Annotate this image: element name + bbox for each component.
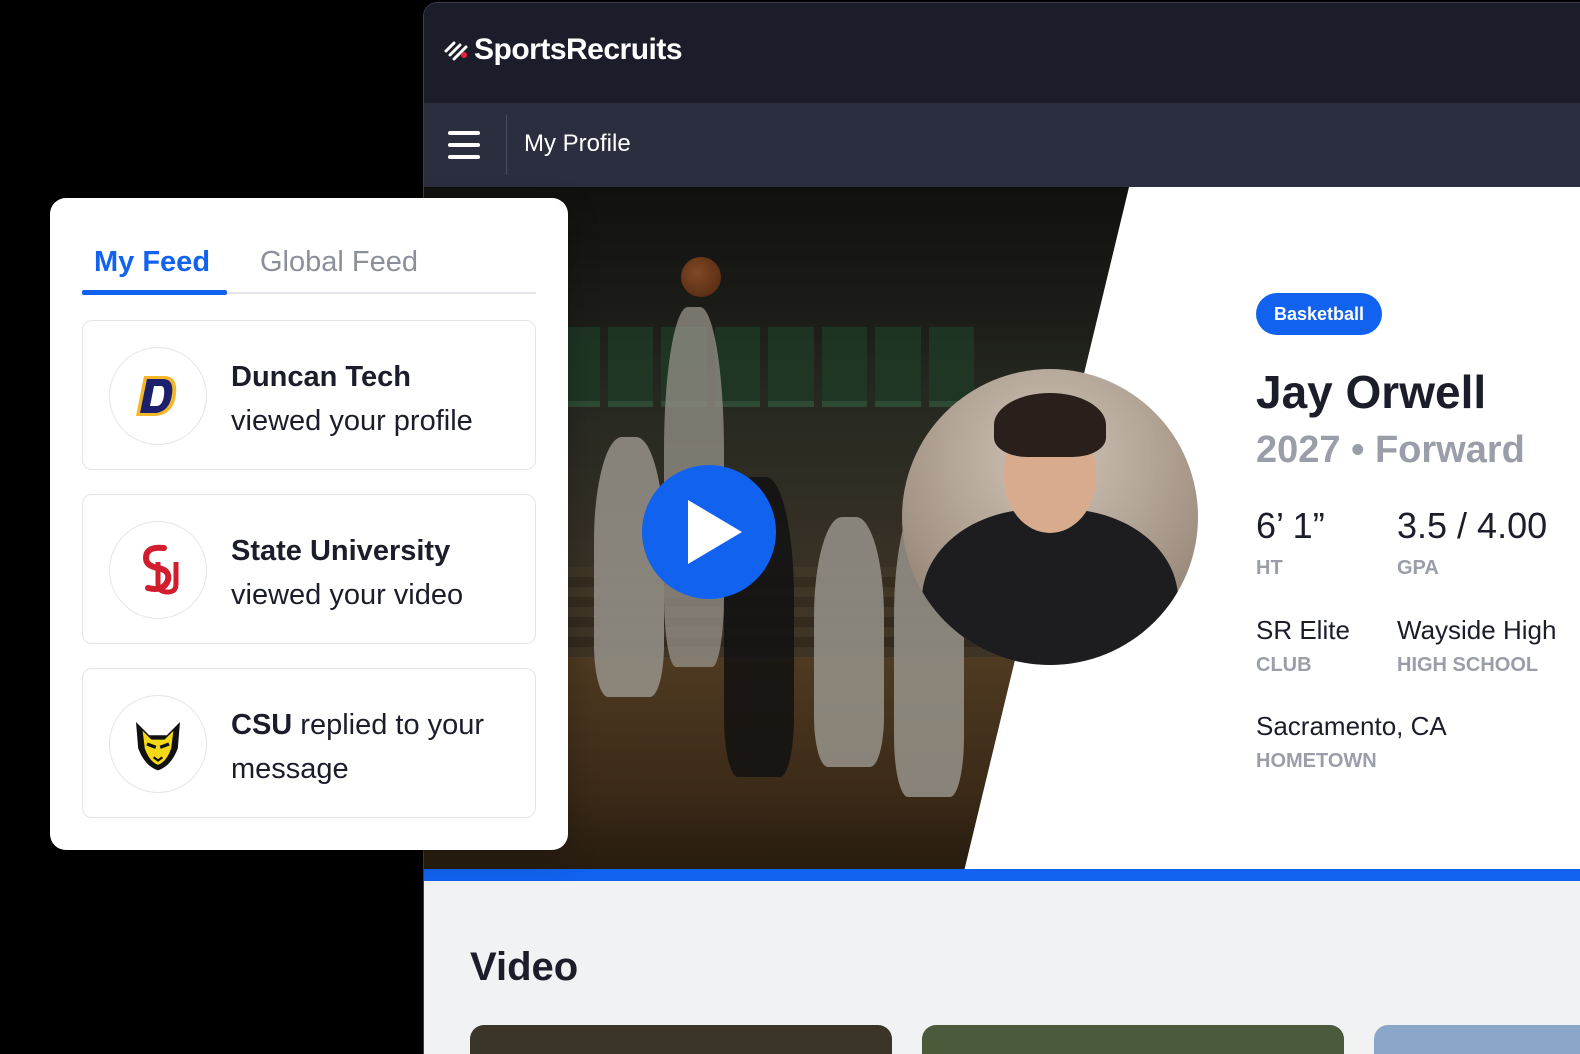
feed-item[interactable]: Duncan Tech viewed your profile: [82, 320, 536, 470]
video-thumbnail[interactable]: [922, 1025, 1344, 1054]
feed-tabs: My Feed Global Feed: [82, 242, 536, 295]
stat-height: 6’ 1” HT: [1256, 505, 1325, 580]
stat-value: SR Elite: [1256, 615, 1350, 645]
page-title: My Profile: [524, 130, 631, 157]
feed-item-text: Duncan Tech viewed your profile: [231, 355, 521, 443]
stat-value: Sacramento, CA: [1256, 711, 1447, 741]
duncan-tech-logo-icon: [109, 347, 207, 445]
stat-high-school: Wayside High HIGH SCHOOL: [1397, 615, 1556, 677]
feed-item-text: State University viewed your video: [231, 529, 521, 617]
athlete-avatar: [902, 369, 1198, 665]
stat-value: 6’ 1”: [1256, 505, 1325, 546]
feed-item-action: viewed your profile: [231, 405, 473, 437]
play-icon: [688, 500, 742, 564]
feed-item-text: CSU replied to your message: [231, 703, 521, 791]
feed-item[interactable]: CSU replied to your message: [82, 668, 536, 818]
stat-hometown: Sacramento, CA HOMETOWN: [1256, 711, 1447, 773]
stat-label: HT: [1256, 557, 1283, 579]
feed-item-org: Duncan Tech: [231, 361, 411, 393]
active-tab-indicator: [82, 290, 227, 295]
profile-hero: Basketball Jay Orwell 2027 • Forward 6’ …: [424, 187, 1580, 871]
csu-fox-logo-icon: [109, 695, 207, 793]
stat-value: 3.5 / 4.00: [1397, 505, 1548, 546]
athlete-class-position: 2027 • Forward: [1256, 429, 1525, 471]
content-area: Video: [424, 881, 1580, 1054]
accent-divider: [424, 869, 1580, 881]
brand-name: SportsRecruits: [474, 33, 683, 66]
hamburger-menu-icon[interactable]: [448, 131, 480, 159]
stat-value: Wayside High: [1397, 615, 1557, 645]
divider: [506, 115, 507, 175]
athlete-name: Jay Orwell: [1256, 366, 1487, 418]
video-thumbnail[interactable]: [470, 1025, 892, 1054]
stat-label: HIGH SCHOOL: [1397, 654, 1539, 676]
stat-label: HOMETOWN: [1256, 750, 1377, 772]
top-bar: SportsRecruits: [424, 3, 1580, 103]
feed-item[interactable]: State University viewed your video: [82, 494, 536, 644]
stage: SportsRecruits My Profile Basketball Jay…: [0, 0, 1580, 1054]
play-video-button[interactable]: [642, 465, 776, 599]
stat-label: CLUB: [1256, 654, 1312, 676]
sub-bar: My Profile: [424, 103, 1580, 187]
stat-club: SR Elite CLUB: [1256, 615, 1350, 677]
app-window: SportsRecruits My Profile Basketball Jay…: [423, 2, 1580, 1054]
brand-logo[interactable]: SportsRecruits: [444, 33, 683, 67]
tab-global-feed[interactable]: Global Feed: [260, 246, 418, 279]
video-thumbnail[interactable]: [1374, 1025, 1580, 1054]
feed-item-action: viewed your video: [231, 579, 464, 611]
brand-mark-icon: [444, 41, 468, 61]
video-section-title: Video: [470, 945, 579, 989]
activity-feed-card: My Feed Global Feed Duncan Tech viewed y…: [50, 198, 568, 850]
sport-badge: Basketball: [1256, 293, 1383, 335]
feed-item-org: CSU: [231, 709, 293, 741]
stat-gpa: 3.5 / 4.00 GPA: [1397, 505, 1547, 580]
stat-label: GPA: [1397, 557, 1439, 579]
feed-item-org: State University: [231, 535, 451, 567]
tab-my-feed[interactable]: My Feed: [94, 246, 210, 279]
state-university-logo-icon: [109, 521, 207, 619]
